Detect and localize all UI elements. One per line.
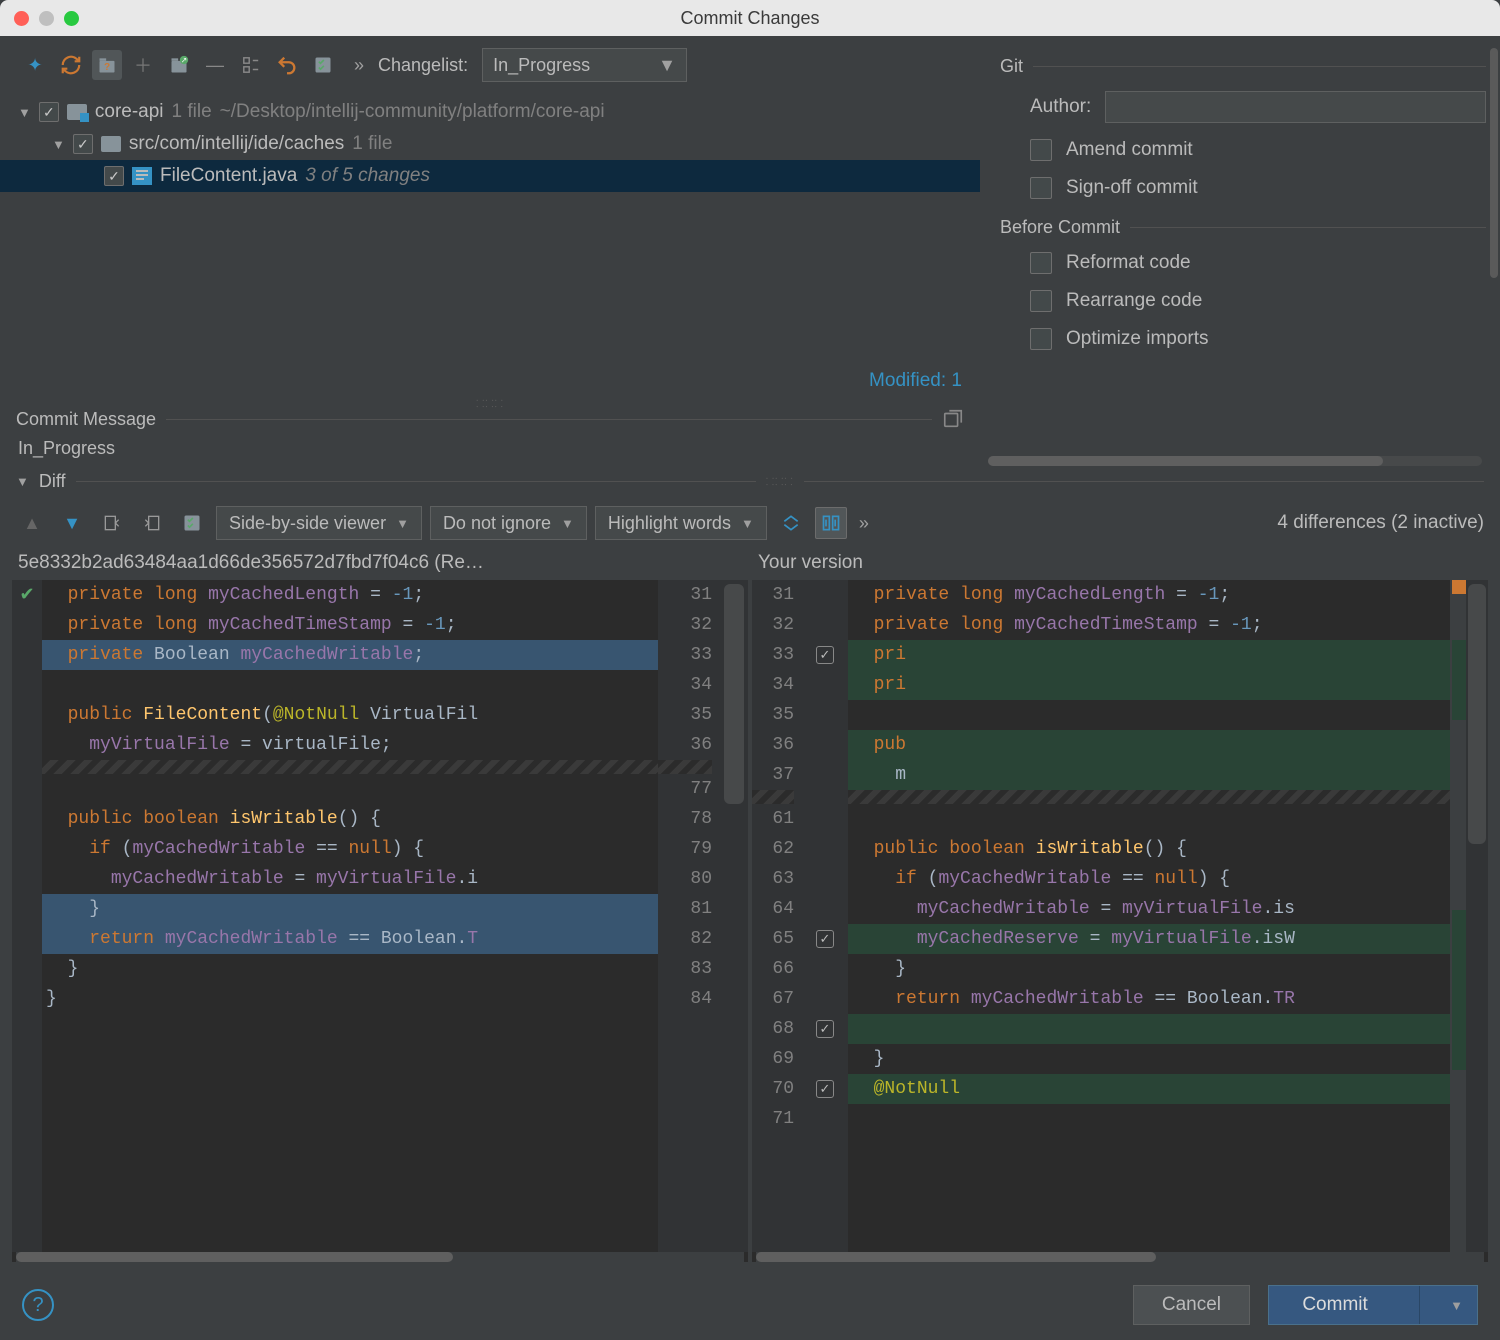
- check-icon: ✔: [19, 584, 34, 605]
- prev-diff-icon[interactable]: ▲: [16, 507, 48, 539]
- show-diff-icon[interactable]: ✦: [20, 50, 50, 80]
- modified-count: Modified: 1: [0, 364, 980, 396]
- left-hscroll[interactable]: [16, 1252, 744, 1262]
- left-scroll-gutter[interactable]: [720, 580, 748, 1252]
- diff-section-label: Diff: [39, 471, 66, 492]
- before-commit-title: Before Commit: [1000, 217, 1120, 238]
- next-diff-icon[interactable]: ▼: [56, 507, 88, 539]
- tree-file-row[interactable]: ✓ FileContent.java 3 of 5 changes: [0, 160, 980, 192]
- add-icon[interactable]: ＋: [128, 50, 158, 80]
- titlebar: Commit Changes: [0, 0, 1500, 36]
- highlight-select[interactable]: Highlight words▼: [595, 506, 767, 540]
- export-left-icon[interactable]: [96, 507, 128, 539]
- changes-tree[interactable]: ▼ ✓ core-api 1 file ~/Desktop/intellij-c…: [0, 92, 980, 364]
- tree-module-row[interactable]: ▼ ✓ core-api 1 file ~/Desktop/intellij-c…: [18, 96, 980, 128]
- right-scroll-gutter[interactable]: [1466, 580, 1488, 1252]
- history-icon[interactable]: [942, 408, 964, 430]
- dialog-button-bar: ? Cancel Commit ▼: [0, 1270, 1500, 1340]
- svg-text:?: ?: [104, 62, 110, 73]
- right-code[interactable]: private long myCachedLength = -1; privat…: [848, 580, 1450, 1252]
- right-gutter: 313233343536376162636465666768697071: [752, 580, 802, 1252]
- author-input[interactable]: [1105, 91, 1486, 123]
- chevron-down-icon: ▼: [658, 55, 676, 76]
- optimize-checkbox[interactable]: [1030, 328, 1052, 350]
- diff-count: 4 differences (2 inactive): [1277, 512, 1484, 534]
- module-icon: [67, 104, 87, 120]
- right-hscroll[interactable]: [756, 1252, 1484, 1262]
- cancel-button[interactable]: Cancel: [1133, 1285, 1250, 1325]
- line-include-checkbox[interactable]: ✓: [816, 1020, 834, 1038]
- folder-icon: [101, 136, 121, 152]
- changelist-combo[interactable]: In_Progress ▼: [482, 48, 687, 82]
- diff-disclosure-icon[interactable]: ▼: [16, 474, 29, 489]
- checkbox[interactable]: ✓: [104, 166, 124, 186]
- line-include-checkbox[interactable]: ✓: [816, 646, 834, 664]
- git-options-panel: Git Author: Amend commit Sign-off commit…: [980, 36, 1500, 466]
- checklist-icon[interactable]: [308, 50, 338, 80]
- chevron-down-icon: ▼: [1438, 1298, 1463, 1313]
- chevron-down-icon: ▼: [396, 516, 409, 531]
- chevron-down-icon: ▼: [741, 516, 754, 531]
- tree-package-row[interactable]: ▼ ✓ src/com/intellij/ide/caches 1 file: [18, 128, 980, 160]
- changes-toolbar: ✦ ? ＋ ↗ —: [0, 36, 980, 92]
- line-include-checkbox[interactable]: ✓: [816, 1080, 834, 1098]
- splitter-handle[interactable]: ⸬⸬⸬: [0, 396, 980, 408]
- rearrange-checkbox[interactable]: [1030, 290, 1052, 312]
- changelist-label: Changelist:: [378, 55, 468, 76]
- changelist-value: In_Progress: [493, 55, 590, 76]
- left-revision-title: 5e8332b2ad63484aa1d66de356572d7fbd7f04c6…: [12, 550, 748, 580]
- window-title: Commit Changes: [0, 8, 1500, 29]
- horizontal-scrollbar[interactable]: [988, 456, 1482, 466]
- amend-checkbox[interactable]: [1030, 139, 1052, 161]
- chevron-down-icon: ▼: [561, 516, 574, 531]
- remove-icon[interactable]: ↗: [164, 50, 194, 80]
- undo-icon[interactable]: [272, 50, 302, 80]
- minus-icon[interactable]: —: [200, 50, 230, 80]
- export-right-icon[interactable]: [136, 507, 168, 539]
- right-revision-title: Your version: [752, 550, 1488, 580]
- scrollbar-thumb[interactable]: [1490, 48, 1498, 278]
- group-by-icon[interactable]: ?: [92, 50, 122, 80]
- check-gutter[interactable]: ✓ ✓ ✓ ✓: [802, 580, 848, 1252]
- help-button[interactable]: ?: [22, 1289, 54, 1321]
- checklist-icon[interactable]: [176, 507, 208, 539]
- expand-all-icon[interactable]: [236, 50, 266, 80]
- commit-message-label: Commit Message: [16, 409, 156, 430]
- checkbox[interactable]: ✓: [39, 102, 59, 122]
- sync-scroll-icon[interactable]: [815, 507, 847, 539]
- git-section-title: Git: [1000, 56, 1023, 77]
- right-minimap[interactable]: [1450, 580, 1466, 1252]
- fold-indicator[interactable]: [848, 790, 1450, 804]
- diff-toolbar: ▲ ▼ Side-by-side viewer▼ Do not ignore▼ …: [0, 496, 1500, 550]
- svg-text:↗: ↗: [181, 56, 187, 65]
- splitter-handle[interactable]: ⸬⸬⸬: [766, 474, 794, 488]
- author-label: Author:: [1030, 96, 1091, 118]
- disclosure-icon[interactable]: ▼: [52, 137, 65, 152]
- signoff-checkbox[interactable]: [1030, 177, 1052, 199]
- java-file-icon: [132, 167, 152, 185]
- overflow-icon[interactable]: »: [859, 513, 869, 534]
- line-include-checkbox[interactable]: ✓: [816, 930, 834, 948]
- refresh-icon[interactable]: [56, 50, 86, 80]
- disclosure-icon[interactable]: ▼: [18, 105, 31, 120]
- reformat-checkbox[interactable]: [1030, 252, 1052, 274]
- diff-panes: 5e8332b2ad63484aa1d66de356572d7fbd7f04c6…: [0, 550, 1500, 1270]
- commit-message-input[interactable]: In_Progress: [16, 436, 964, 466]
- whitespace-select[interactable]: Do not ignore▼: [430, 506, 587, 540]
- left-gutter: 3132333435367778798081828384: [658, 580, 720, 1252]
- checkbox[interactable]: ✓: [73, 134, 93, 154]
- commit-button[interactable]: Commit ▼: [1268, 1285, 1478, 1325]
- collapse-unchanged-icon[interactable]: [775, 507, 807, 539]
- fold-indicator[interactable]: [42, 760, 658, 774]
- viewer-mode-select[interactable]: Side-by-side viewer▼: [216, 506, 422, 540]
- left-code[interactable]: private long myCachedLength = -1; privat…: [42, 580, 658, 1252]
- overflow-icon[interactable]: »: [354, 55, 364, 76]
